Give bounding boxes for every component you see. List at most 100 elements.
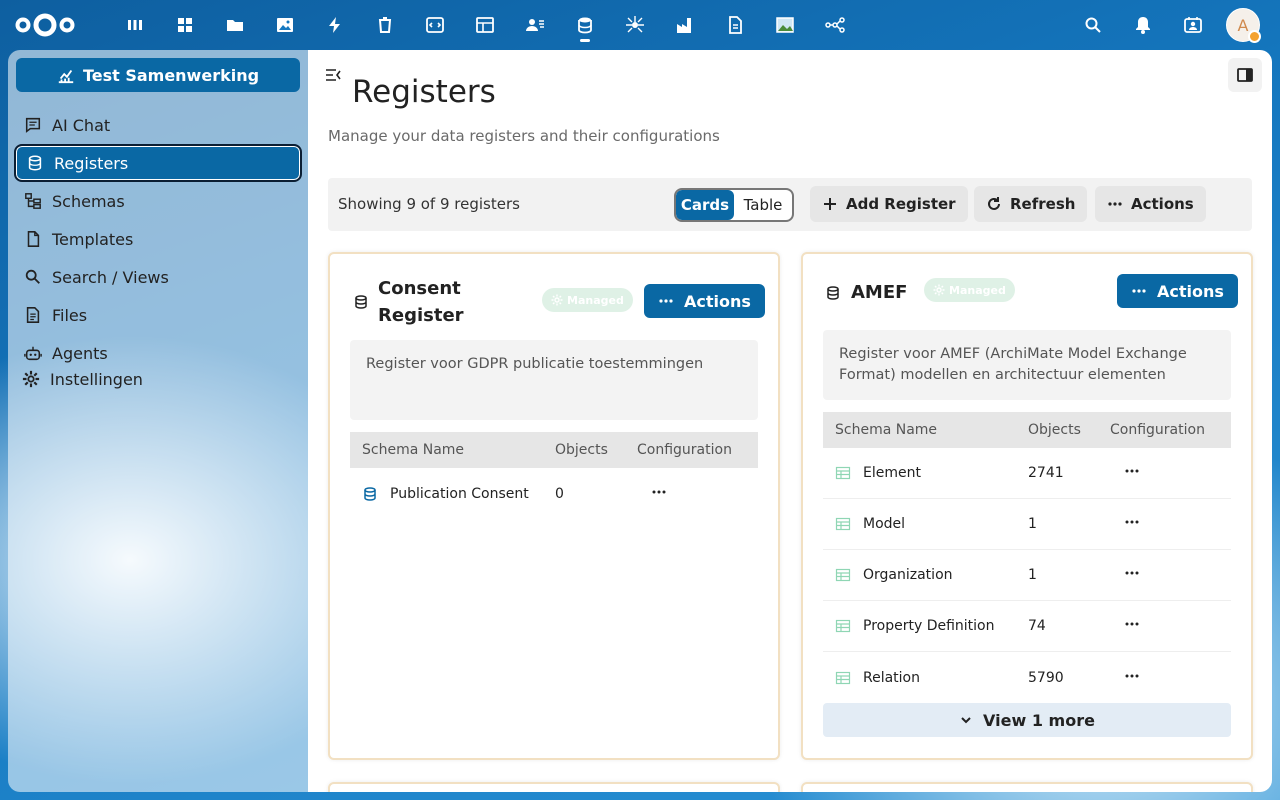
register-description: Register voor GDPR publicatie toestemmin… [350, 340, 758, 420]
contacts-menu-button[interactable] [1168, 0, 1218, 50]
sidebar-toggle-button[interactable] [1228, 58, 1262, 92]
schema-objects: 74 [1028, 618, 1046, 634]
nav-item-label: Files [52, 305, 88, 325]
database-icon [827, 286, 839, 300]
app-photos[interactable] [260, 0, 310, 50]
bell-icon [1136, 17, 1150, 34]
app-navigation: Test Samenwerking AI Chat Registers Sche… [8, 50, 308, 792]
app-deleted[interactable] [360, 0, 410, 50]
nav-item-registers[interactable]: Registers [14, 144, 302, 182]
nextcloud-logo[interactable] [14, 11, 76, 39]
view-cards-button[interactable]: Cards [676, 190, 734, 220]
app-files[interactable] [210, 0, 260, 50]
schema-table: Schema Name Objects Configuration Elemen… [823, 412, 1231, 703]
nav-item-ai-chat[interactable]: AI Chat [14, 106, 302, 144]
avatar-letter: A [1237, 15, 1249, 35]
schema-name: Element [863, 465, 921, 481]
register-title-line: Consent [378, 278, 461, 299]
column-header-configuration: Configuration [637, 442, 732, 458]
app-flow[interactable] [810, 0, 860, 50]
search-icon [25, 269, 40, 284]
app-openregister[interactable] [560, 0, 610, 50]
refresh-button[interactable]: Refresh [974, 186, 1088, 222]
column-header-schema-name: Schema Name [835, 422, 938, 438]
actions-label: Actions [1131, 195, 1194, 213]
plus-icon [824, 198, 836, 210]
view-table-button[interactable]: Table [734, 190, 792, 220]
schema-table-header: Schema Name Objects Configuration [350, 432, 758, 468]
schema-row[interactable]: Property Definition 74 [823, 601, 1231, 652]
schema-name: Publication Consent [390, 485, 529, 502]
register-actions-button[interactable]: Actions [1117, 274, 1238, 308]
add-register-button[interactable]: Add Register [810, 186, 968, 222]
schema-row[interactable]: Organization 1 [823, 550, 1231, 601]
app-crawler[interactable] [610, 0, 660, 50]
app-organizations[interactable] [660, 0, 710, 50]
schema-config-menu[interactable] [1110, 463, 1230, 483]
schema-icon [25, 193, 41, 209]
schema-row[interactable]: Publication Consent 0 [350, 468, 758, 519]
user-avatar[interactable]: A [1226, 8, 1261, 43]
folder-icon [227, 20, 243, 31]
nav-item-label: AI Chat [52, 115, 111, 135]
nav-item-search-views[interactable]: Search / Views [14, 258, 302, 296]
nav-item-settings[interactable]: Instellingen [14, 360, 302, 398]
column-header-objects: Objects [1028, 422, 1081, 438]
actions-menu-button[interactable]: Actions [1095, 186, 1206, 222]
view-mode-toggle: Cards Table [674, 188, 794, 222]
table-icon [476, 17, 494, 33]
organisation-button[interactable]: Test Samenwerking [16, 58, 300, 92]
schema-objects: 1 [1028, 567, 1037, 583]
app-activity[interactable] [310, 0, 360, 50]
nav-item-schemas[interactable]: Schemas [14, 182, 302, 220]
nav-item-templates[interactable]: Templates [14, 220, 302, 258]
schema-row[interactable]: Relation 5790 [823, 652, 1231, 703]
register-card [328, 782, 780, 792]
dots-horizontal-icon [1125, 622, 1139, 626]
managed-badge-label: Managed [567, 293, 624, 307]
column-header-objects: Objects [555, 442, 608, 458]
register-actions-button[interactable]: Actions [644, 284, 765, 318]
database-icon [364, 486, 376, 501]
registers-toolbar: Showing 9 of 9 registers Cards Table Add… [328, 178, 1252, 231]
page-subtitle: Manage your data registers and their con… [328, 127, 720, 145]
view-more-label: View 1 more [983, 710, 1095, 730]
register-actions-label: Actions [1157, 281, 1224, 301]
schema-row[interactable]: Model 1 [823, 499, 1231, 550]
register-actions-label: Actions [684, 291, 751, 311]
spider-icon [626, 16, 644, 33]
nav-item-files[interactable]: Files [14, 296, 302, 334]
lightning-icon [329, 17, 340, 33]
view-more-button[interactable]: View 1 more [823, 703, 1231, 737]
add-register-label: Add Register [846, 195, 956, 213]
app-dashboard[interactable] [110, 0, 160, 50]
schema-config-menu[interactable] [1110, 616, 1230, 636]
app-docs[interactable] [710, 0, 760, 50]
unified-search-button[interactable] [1068, 0, 1118, 50]
toggle-navigation-icon[interactable] [324, 66, 342, 84]
dots-horizontal-icon [1125, 571, 1139, 575]
search-icon [1085, 17, 1101, 33]
schema-name-cell: Relation [823, 670, 1028, 686]
schema-config-menu[interactable] [1110, 514, 1230, 534]
dots-horizontal-icon [1125, 674, 1139, 677]
table-icon [835, 517, 851, 531]
schema-config-menu[interactable] [1110, 668, 1230, 688]
schema-config-menu[interactable] [637, 484, 757, 504]
register-card: AMEF Managed Actions Register voor AMEF … [801, 252, 1253, 760]
table-icon [835, 466, 851, 480]
schema-row[interactable]: Element 2741 [823, 448, 1231, 499]
notifications-button[interactable] [1118, 0, 1168, 50]
app-apps[interactable] [160, 0, 210, 50]
nav-item-label: Templates [52, 229, 134, 249]
schema-name: Relation [863, 669, 920, 686]
managed-badge: Managed [542, 288, 633, 312]
schema-config-menu[interactable] [1110, 565, 1230, 585]
app-contacts[interactable] [510, 0, 560, 50]
schema-name-cell: Property Definition [823, 618, 1028, 634]
app-content: Registers Manage your data registers and… [308, 50, 1272, 792]
app-code[interactable] [410, 0, 460, 50]
app-tables[interactable] [460, 0, 510, 50]
app-gallery[interactable] [760, 0, 810, 50]
organisation-name: Test Samenwerking [82, 65, 260, 85]
